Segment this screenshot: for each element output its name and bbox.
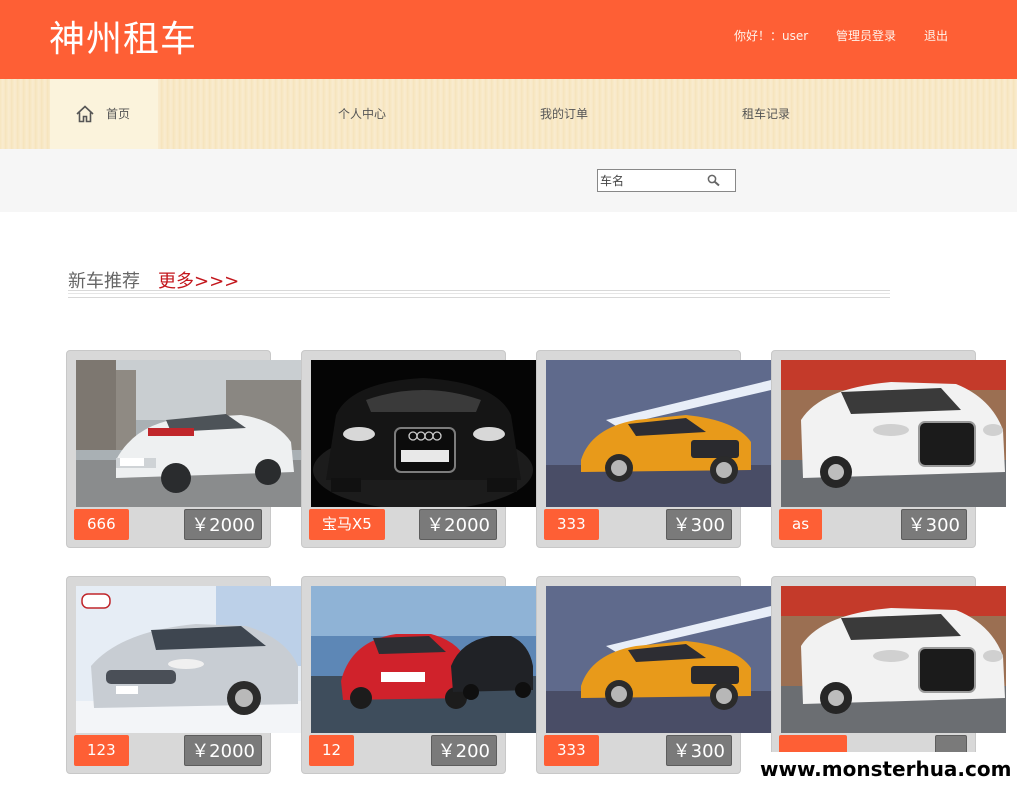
car-image[interactable]: [546, 586, 771, 733]
car-card[interactable]: 333 ￥300: [536, 576, 771, 774]
user-greeting: 你好！：user: [734, 29, 809, 43]
car-name-badge[interactable]: 666: [74, 509, 129, 540]
nav-item-personal-center[interactable]: 个人中心: [338, 79, 386, 149]
car-image[interactable]: [76, 586, 301, 733]
car-card[interactable]: 666 ￥2000: [66, 350, 301, 548]
main-nav: 首页 个人中心 我的订单 租车记录: [0, 79, 1017, 149]
car-name-badge[interactable]: 宝马X5: [309, 509, 385, 540]
nav-item-rental-records[interactable]: 租车记录: [742, 79, 790, 149]
logout-link[interactable]: 退出: [924, 27, 948, 44]
car-card[interactable]: 12 ￥200: [301, 576, 536, 774]
watermark: www.monsterhua.com: [752, 752, 1017, 789]
car-card[interactable]: [771, 576, 1006, 774]
car-image[interactable]: [76, 360, 301, 507]
car-card[interactable]: as ￥300: [771, 350, 1006, 548]
site-header: 神州租车 你好！：user 管理员登录 退出: [0, 0, 1017, 79]
nav-item-my-orders[interactable]: 我的订单: [540, 79, 588, 149]
car-image[interactable]: [781, 360, 1006, 507]
car-card[interactable]: 333 ￥300: [536, 350, 771, 548]
car-card[interactable]: 123 ￥2000: [66, 576, 301, 774]
car-price-badge[interactable]: ￥2000: [184, 735, 262, 766]
home-icon: [76, 105, 94, 123]
search-bar: [0, 149, 1017, 212]
car-price-badge[interactable]: ￥300: [665, 509, 732, 540]
nav-item-home-label: 首页: [106, 107, 131, 121]
car-price-badge[interactable]: ￥200: [430, 735, 497, 766]
title-divider: [68, 290, 890, 298]
car-price-badge[interactable]: ￥300: [900, 509, 967, 540]
car-image[interactable]: [546, 360, 771, 507]
car-image[interactable]: [781, 586, 1006, 733]
car-name-badge[interactable]: 333: [544, 735, 599, 766]
user-area: 你好！：user 管理员登录 退出: [0, 27, 1017, 47]
search-box: [597, 169, 736, 192]
nav-item-home[interactable]: 首页: [50, 79, 158, 149]
car-price-badge[interactable]: ￥2000: [184, 509, 262, 540]
car-name-badge[interactable]: 12: [309, 735, 355, 766]
car-image[interactable]: [311, 360, 536, 507]
car-name-badge[interactable]: 333: [544, 509, 599, 540]
admin-login-link[interactable]: 管理员登录: [836, 27, 896, 44]
car-price-badge[interactable]: ￥2000: [419, 509, 497, 540]
search-input[interactable]: [600, 172, 704, 189]
car-price-badge[interactable]: ￥300: [665, 735, 732, 766]
car-image[interactable]: [311, 586, 536, 733]
car-name-badge[interactable]: 123: [74, 735, 129, 766]
watermark-text: www.monsterhua.com: [760, 757, 1012, 781]
search-icon[interactable]: [706, 173, 722, 189]
car-card[interactable]: 宝马X5 ￥2000: [301, 350, 536, 548]
car-name-badge[interactable]: as: [779, 509, 823, 540]
